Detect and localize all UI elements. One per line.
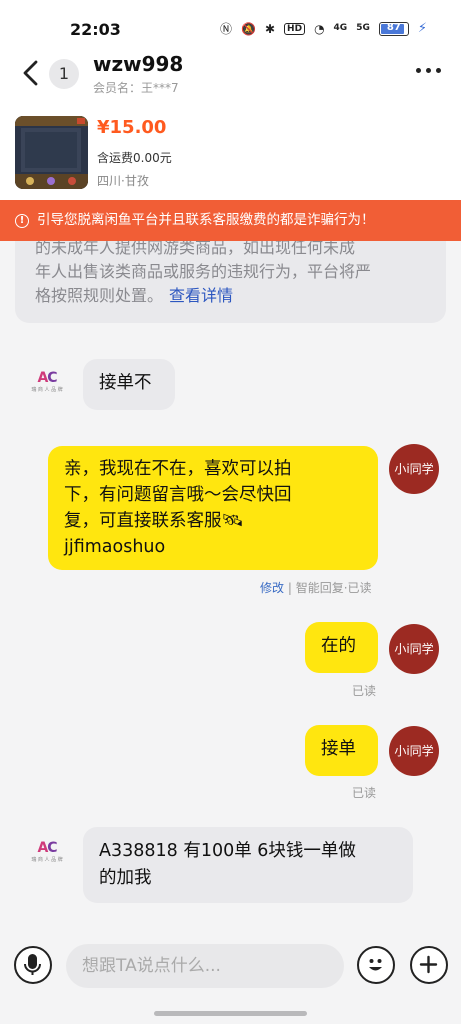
view-details-link[interactable]: 查看详情 xyxy=(169,286,233,305)
product-card[interactable]: ¥15.00 含运费0.00元 四川·甘孜 xyxy=(0,100,461,200)
message-line: 复，可直接联系客服🛰 xyxy=(64,511,244,531)
product-price: ¥15.00 xyxy=(97,117,167,138)
plus-icon xyxy=(419,955,438,974)
mute-icon: 🔕 xyxy=(241,21,256,36)
seller-logo-text: AC xyxy=(37,370,57,386)
back-arrow-icon[interactable] xyxy=(20,58,42,88)
message-bubble-incoming: 接单不 xyxy=(83,359,175,410)
avatar-label: 小i同学 xyxy=(394,462,434,476)
message-meta: 修改 | 智能回复·已读 xyxy=(260,579,372,596)
seller-logo-text: AC xyxy=(37,840,57,856)
home-indicator[interactable] xyxy=(154,1011,307,1016)
message-line: 亲，我现在不在，喜欢可以拍 xyxy=(64,459,292,479)
message-bubble-outgoing: 在的 xyxy=(305,622,378,673)
my-avatar[interactable]: 小i同学 xyxy=(389,444,439,494)
seller-avatar[interactable]: AC 瑞 商 人 品 牌 xyxy=(29,370,65,406)
message-line: 下，有问题留言哦～会尽快回 xyxy=(64,485,292,505)
bluetooth-icon: ✱ xyxy=(264,21,276,36)
message-text: 接单不 xyxy=(99,373,152,393)
unread-count-badge: 1 xyxy=(49,59,79,89)
voice-button[interactable] xyxy=(14,946,52,984)
my-avatar[interactable]: 小i同学 xyxy=(389,624,439,674)
signal-5g-icon: 5G xyxy=(356,23,370,33)
seller-avatar[interactable]: AC 瑞 商 人 品 牌 xyxy=(29,840,65,876)
read-status: 已读 xyxy=(352,786,377,800)
warning-text: 引导您脱离闲鱼平台并且联系客服缴费的都是诈骗行为！ xyxy=(37,212,375,228)
message-input[interactable]: 想跟TA说点什么... xyxy=(66,944,344,988)
chat-title: wzw998 xyxy=(93,52,184,76)
charging-icon: ⚡ xyxy=(417,21,427,36)
emoji-button[interactable] xyxy=(357,946,395,984)
notice-line: 年人出售该类商品或服务的违规行为，平台将严 xyxy=(35,262,372,281)
my-avatar[interactable]: 小i同学 xyxy=(389,726,439,776)
status-icons: Ⓝ 🔕 ✱ HD ◔ 4G 5G 87 ⚡ xyxy=(220,20,427,37)
chat-header: 1 wzw998 会员名：王***7 xyxy=(0,48,461,100)
more-options-icon[interactable] xyxy=(416,68,441,73)
hd-icon: HD xyxy=(284,22,306,35)
message-bubble-incoming: A338818 有100单 6块钱一单做 的加我 xyxy=(83,827,413,903)
input-bar: 想跟TA说点什么... xyxy=(0,938,461,1024)
signal-4g-icon: 4G xyxy=(333,23,348,33)
microphone-icon xyxy=(24,954,41,975)
message-line: jjfimaoshuo xyxy=(64,537,166,557)
fraud-warning-banner: ! 引导您脱离闲鱼平台并且联系客服缴费的都是诈骗行为！ xyxy=(0,200,461,241)
seller-logo-sub: 瑞 商 人 品 牌 xyxy=(31,857,63,863)
alert-icon: ! xyxy=(15,213,29,228)
edit-link[interactable]: 修改 xyxy=(260,581,284,595)
auto-reply-read-status: | 智能回复·已读 xyxy=(287,581,372,595)
message-text: 在的 xyxy=(321,636,356,656)
message-bubble-outgoing: 接单 xyxy=(305,725,378,776)
status-time: 22:03 xyxy=(70,20,121,39)
wifi-icon: ◔ xyxy=(314,21,325,36)
battery-icon: 87 xyxy=(378,21,409,36)
add-button[interactable] xyxy=(410,946,448,984)
seller-logo-sub: 瑞 商 人 品 牌 xyxy=(31,387,63,393)
message-bubble-outgoing: 亲，我现在不在，喜欢可以拍 下，有问题留言哦～会尽快回 复，可直接联系客服🛰 j… xyxy=(48,446,378,570)
notice-line: 格按照规则处置。 xyxy=(35,286,164,305)
product-location: 四川·甘孜 xyxy=(97,174,149,188)
nfc-icon: Ⓝ xyxy=(220,22,233,36)
message-text: 接单 xyxy=(321,739,356,759)
battery-level: 87 xyxy=(386,21,401,33)
avatar-label: 小i同学 xyxy=(394,642,434,656)
message-line: A338818 有100单 6块钱一单做 xyxy=(99,841,356,861)
avatar-label: 小i同学 xyxy=(394,744,434,758)
read-status: 已读 xyxy=(352,684,377,698)
member-name: 会员名：王***7 xyxy=(93,81,179,95)
product-thumbnail[interactable] xyxy=(15,116,88,189)
shipping-fee: 含运费0.00元 xyxy=(97,151,172,165)
emoji-icon xyxy=(369,959,382,971)
message-line: 的加我 xyxy=(99,868,152,888)
